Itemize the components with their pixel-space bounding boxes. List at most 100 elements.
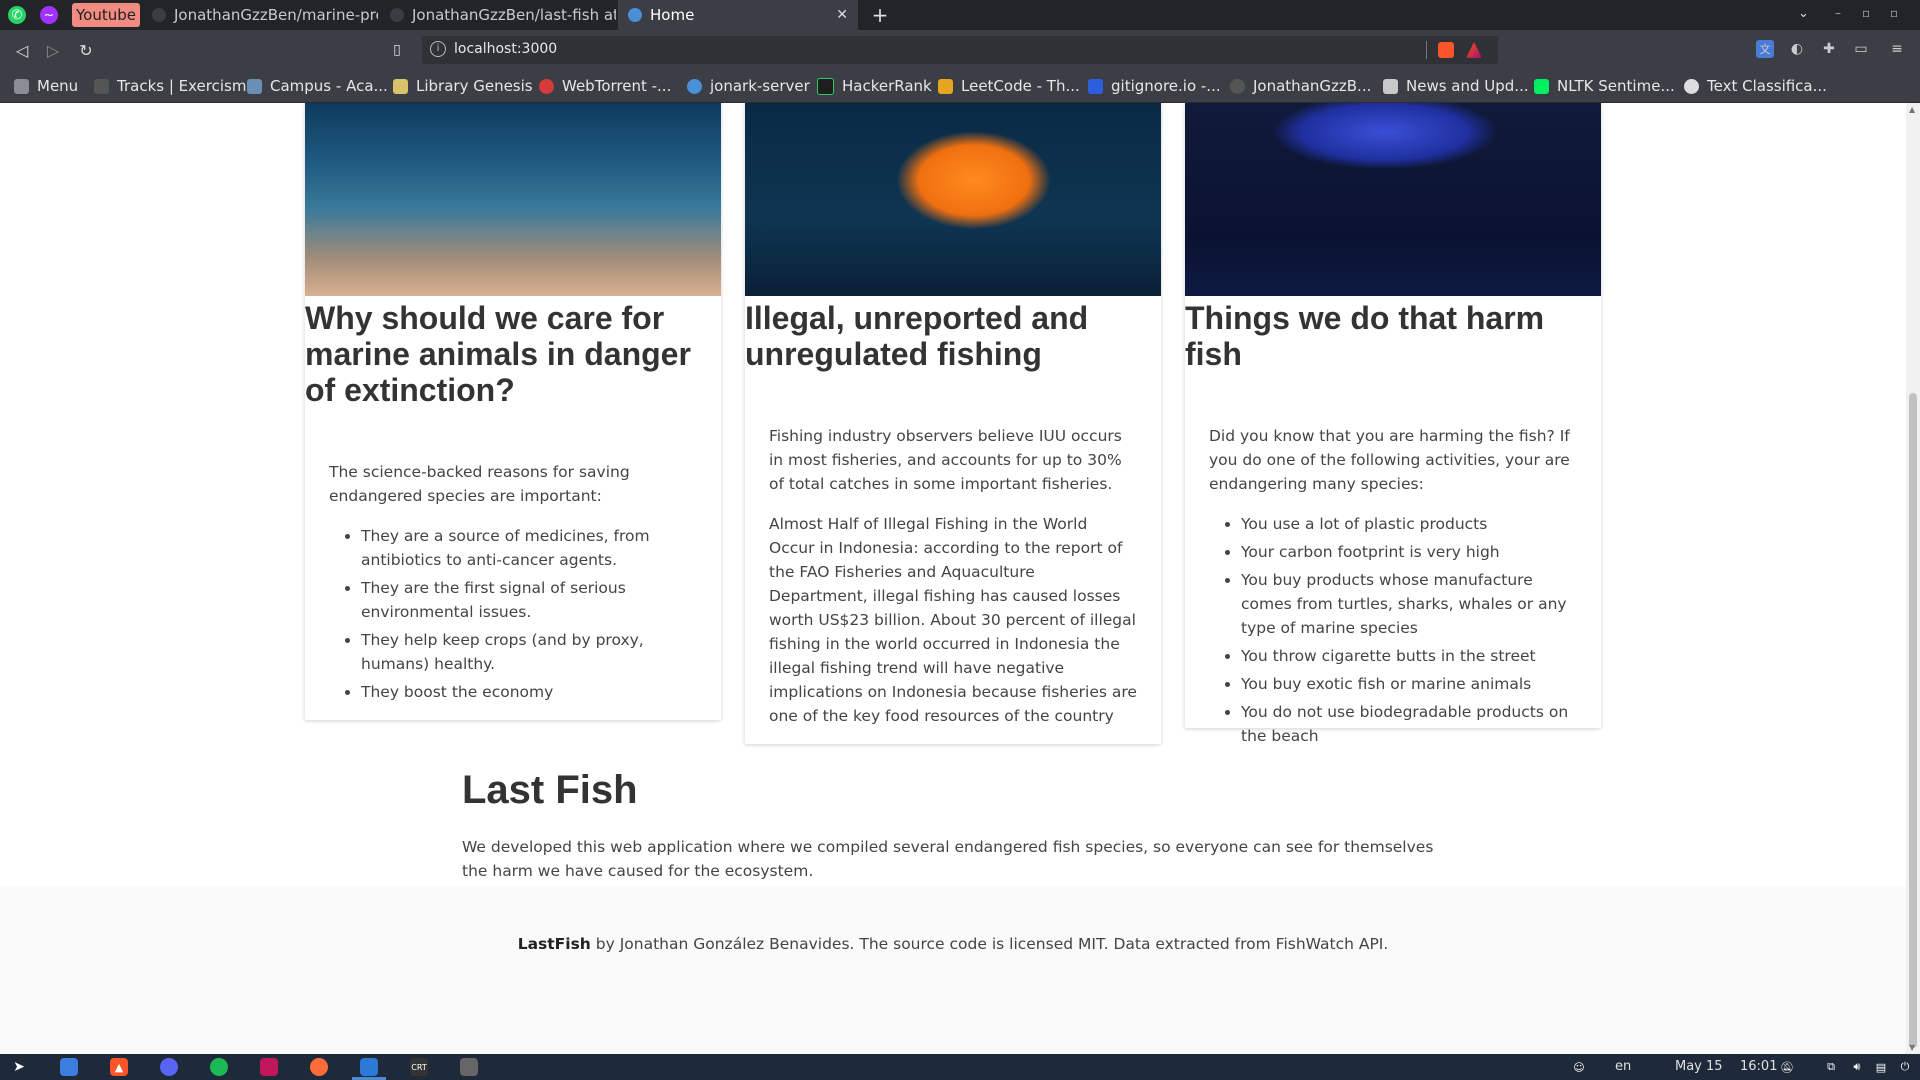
menu-icon[interactable]: ≡ xyxy=(1888,40,1906,58)
puzzle-extensions-icon[interactable]: ✚ xyxy=(1820,40,1838,58)
browser-toolbar: ◁ ▷ ↻ ▯ i localhost:3000 文 ◐ ✚ ▭ ≡ xyxy=(0,30,1920,70)
intellij-icon[interactable] xyxy=(260,1058,278,1076)
whatsapp-icon: ✆ xyxy=(11,7,23,23)
close-window-button[interactable]: ▫ xyxy=(1890,6,1898,20)
github-icon xyxy=(390,8,404,22)
brave-browser-icon[interactable]: ▲ xyxy=(110,1058,128,1076)
bookmark-text-classification[interactable]: Text Classifica... xyxy=(1684,76,1827,96)
messenger-pinned-tab[interactable]: ~ xyxy=(40,6,58,24)
new-tab-button[interactable]: + xyxy=(868,3,892,27)
footer-brand: LastFish xyxy=(517,935,591,953)
bookmark-hackerrank[interactable]: HackerRank xyxy=(817,76,932,96)
info-card-harm-fish: Things we do that harm fish Did you know… xyxy=(1185,103,1601,745)
bookmark-menu[interactable]: Menu xyxy=(14,76,78,96)
bookmark-icon[interactable]: ▯ xyxy=(386,39,408,61)
tab-label: Home xyxy=(650,6,695,24)
site-icon xyxy=(1684,78,1699,94)
site-info-icon[interactable]: i xyxy=(430,41,446,57)
network-icon[interactable]: ⧉ xyxy=(1822,1058,1840,1076)
volume-icon[interactable]: 🔊︎ xyxy=(1848,1058,1866,1076)
bookmark-webtorrent[interactable]: WebTorrent -... xyxy=(539,76,671,96)
tab-last-fish[interactable]: JonathanGzzBen/last-fish at d xyxy=(380,0,616,30)
vscode-icon[interactable] xyxy=(360,1058,378,1076)
keyboard-language[interactable]: en xyxy=(1615,1059,1631,1074)
globe-icon xyxy=(628,8,642,22)
bookmark-gitignore[interactable]: gitignore.io -... xyxy=(1088,76,1221,96)
list-item: They are the first signal of serious env… xyxy=(361,576,697,624)
tab-home[interactable]: Home ✕ xyxy=(618,0,858,30)
card-intro: Did you know that you are harming the fi… xyxy=(1209,427,1570,493)
bookmark-exercism[interactable]: Tracks | Exercism xyxy=(94,76,246,96)
app-icon[interactable] xyxy=(460,1058,478,1076)
clock-date[interactable]: May 15 xyxy=(1675,1059,1723,1074)
bookmark-jonark-server[interactable]: jonark-server xyxy=(687,76,810,96)
terminal-icon[interactable]: CRT xyxy=(410,1058,428,1076)
list-item: You do not use biodegradable products on… xyxy=(1241,700,1577,748)
tab-label: Youtube xyxy=(76,6,136,24)
footer-text: LastFish by Jonathan González Benavides.… xyxy=(0,935,1906,953)
server-icon xyxy=(687,78,702,94)
scroll-up-arrow-icon[interactable]: ▲ xyxy=(1909,105,1915,114)
gitignore-icon xyxy=(1088,78,1103,94)
about-heading: Last Fish xyxy=(462,768,638,812)
datacamp-icon xyxy=(1534,78,1549,94)
files-app-icon[interactable] xyxy=(60,1058,78,1076)
maximize-button[interactable]: ▫ xyxy=(1862,6,1870,20)
bookmark-github[interactable]: JonathanGzzB... xyxy=(1230,76,1371,96)
github-icon xyxy=(152,8,166,22)
forward-button[interactable]: ▷ xyxy=(42,39,64,61)
whatsapp-pinned-tab[interactable]: ✆ xyxy=(8,6,26,24)
list-item: You throw cigarette butts in the street xyxy=(1241,644,1577,668)
brave-shield-icon[interactable] xyxy=(1438,42,1454,58)
minimize-button[interactable]: – xyxy=(1835,6,1841,20)
extension-icon[interactable]: ◐ xyxy=(1788,40,1806,58)
page-viewport: Why should we care for marine animals in… xyxy=(0,103,1906,1054)
library-icon xyxy=(393,78,408,94)
address-divider xyxy=(1426,41,1427,59)
spotify-icon[interactable] xyxy=(210,1058,228,1076)
leetcode-icon xyxy=(938,78,953,94)
list-item: You use a lot of plastic products xyxy=(1241,512,1577,536)
address-bar[interactable]: i localhost:3000 xyxy=(422,36,1498,64)
tab-list-chevron-icon[interactable]: ⌄ xyxy=(1798,6,1809,21)
app-launcher-icon[interactable]: ➤ xyxy=(10,1058,28,1076)
card-title: Why should we care for marine animals in… xyxy=(305,300,691,408)
tab-marine-pres[interactable]: JonathanGzzBen/marine-pres xyxy=(142,0,378,30)
translate-extension-icon[interactable]: 文 xyxy=(1756,40,1774,58)
wallet-icon[interactable]: ▭ xyxy=(1852,40,1870,58)
discord-icon[interactable] xyxy=(160,1058,178,1076)
bookmark-leetcode[interactable]: LeetCode - Th... xyxy=(938,76,1080,96)
tab-youtube[interactable]: Youtube xyxy=(72,3,140,27)
bookmark-news[interactable]: News and Upd... xyxy=(1383,76,1529,96)
back-button[interactable]: ◁ xyxy=(11,39,33,61)
campus-icon xyxy=(247,78,262,94)
scroll-down-arrow-icon[interactable]: ▼ xyxy=(1909,1043,1915,1052)
system-taskbar: ➤ ▲ CRT ☺ en May 15 16:01 🔕︎ ⧉ 🔊︎ ▤ ⏻ xyxy=(0,1054,1920,1080)
postman-icon[interactable] xyxy=(310,1058,328,1076)
brave-rewards-icon[interactable] xyxy=(1466,42,1482,58)
list-item: Your carbon footprint is very high xyxy=(1241,540,1577,564)
close-tab-icon[interactable]: ✕ xyxy=(836,7,848,23)
url-text[interactable]: localhost:3000 xyxy=(454,41,557,57)
bookmark-nltk[interactable]: NLTK Sentime... xyxy=(1534,76,1675,96)
tropical-fish-image xyxy=(1185,103,1601,296)
card-list: They are a source of medicines, from ant… xyxy=(329,524,697,704)
card-title: Illegal, unreported and unregulated fish… xyxy=(745,300,1089,372)
webtorrent-icon xyxy=(539,78,554,94)
bookmark-library-genesis[interactable]: Library Genesis xyxy=(393,76,533,96)
power-icon[interactable]: ⏻ xyxy=(1896,1058,1914,1076)
page-scrollbar[interactable]: ▲ ▼ xyxy=(1906,103,1920,1054)
clock-time[interactable]: 16:01 xyxy=(1740,1059,1777,1074)
reload-button[interactable]: ↻ xyxy=(75,39,97,61)
folder-icon xyxy=(14,78,29,94)
card-intro: The science-backed reasons for saving en… xyxy=(329,463,630,505)
discord-tray-icon[interactable]: ☺ xyxy=(1570,1058,1588,1076)
scrollbar-thumb[interactable] xyxy=(1909,393,1917,1048)
info-card-why-care: Why should we care for marine animals in… xyxy=(305,103,721,720)
bookmark-campus[interactable]: Campus - Aca... xyxy=(247,76,388,96)
footer-credits: by Jonathan González Benavides. The sour… xyxy=(590,935,1389,953)
notifications-off-icon[interactable]: 🔕︎ xyxy=(1778,1058,1796,1076)
list-item: You buy exotic fish or marine animals xyxy=(1241,672,1577,696)
clipboard-icon[interactable]: ▤ xyxy=(1872,1058,1890,1076)
page-footer: LastFish by Jonathan González Benavides.… xyxy=(0,886,1906,1054)
